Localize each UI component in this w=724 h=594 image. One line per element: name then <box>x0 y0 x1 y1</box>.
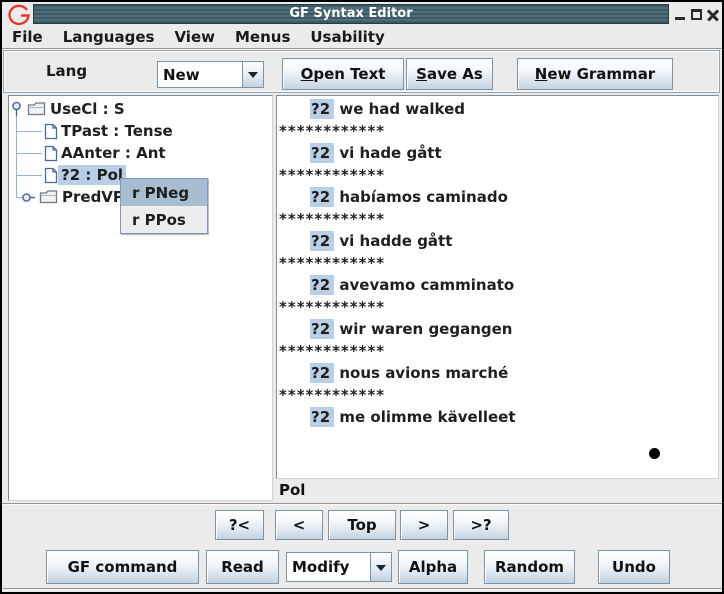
output-sentence-de: ?2 wir waren gegangen <box>277 318 718 340</box>
focus-highlight[interactable]: ?2 <box>310 187 334 207</box>
next-question-button[interactable]: >? <box>453 510 509 540</box>
status-type-label: Pol <box>279 481 305 499</box>
title-bar[interactable]: GF Syntax Editor <box>33 4 669 24</box>
bottom-separator <box>2 588 722 590</box>
read-button[interactable]: Read <box>206 550 279 584</box>
tree-connector <box>16 114 17 197</box>
menu-bar: File Languages View Menus Usability <box>10 25 403 48</box>
tree-node-predvp[interactable]: PredVP <box>22 186 127 208</box>
application-window: GF Syntax Editor File Languages View Men… <box>0 0 724 594</box>
prev-question-button[interactable]: ?< <box>215 510 264 540</box>
focus-highlight[interactable]: ?2 <box>310 231 334 251</box>
document-icon <box>44 167 58 184</box>
minimize-button[interactable] <box>672 7 687 22</box>
focus-highlight[interactable]: ?2 <box>310 275 334 295</box>
undo-button[interactable]: Undo <box>598 550 670 584</box>
syntax-tree-panel: UseCl : S TPast : Tense AAnter : Ant ?2 … <box>8 95 273 501</box>
output-divider: ************ <box>277 208 718 230</box>
output-sentence-it: ?2 avevamo camminato <box>277 274 718 296</box>
focus-highlight[interactable]: ?2 <box>310 99 334 119</box>
tree-node-q2-pol[interactable]: ?2 : Pol <box>44 164 126 186</box>
menu-languages[interactable]: Languages <box>61 27 157 47</box>
output-sentence-fr: ?2 nous avions marché <box>277 362 718 384</box>
random-button[interactable]: Random <box>484 550 575 584</box>
folder-icon <box>39 189 59 205</box>
output-sentence-no: ?2 vi hadde gått <box>277 230 718 252</box>
tree-collapsed-handle-icon[interactable] <box>22 191 36 204</box>
next-button[interactable]: > <box>400 510 448 540</box>
gf-logo-icon <box>6 3 32 27</box>
menu-file[interactable]: File <box>10 27 45 47</box>
document-icon <box>44 145 58 162</box>
tree-connector <box>16 153 42 154</box>
output-sentence-fi: ?2 me olimme kävelleet <box>277 406 718 428</box>
tree-node-usecl[interactable]: UseCl : S <box>10 98 128 120</box>
alpha-button[interactable]: Alpha <box>398 550 468 584</box>
output-divider: ************ <box>277 340 718 362</box>
top-button[interactable]: Top <box>328 510 396 540</box>
menu-menus[interactable]: Menus <box>233 27 292 47</box>
linearization-output-panel[interactable]: ?2 we had walked ************ ?2 vi hade… <box>276 95 719 479</box>
output-divider: ************ <box>277 384 718 406</box>
tree-connector <box>16 131 42 132</box>
gf-command-button[interactable]: GF command <box>46 550 199 584</box>
focus-highlight[interactable]: ?2 <box>310 407 334 427</box>
focus-highlight[interactable]: ?2 <box>310 363 334 383</box>
focus-highlight[interactable]: ?2 <box>310 143 334 163</box>
language-combobox-value: New <box>158 62 242 87</box>
popup-item-pneg[interactable]: r PNeg <box>121 179 207 206</box>
document-icon <box>44 123 58 140</box>
output-divider: ************ <box>277 252 718 274</box>
lang-label: Lang <box>46 62 87 80</box>
close-button[interactable] <box>705 7 720 22</box>
window-title: GF Syntax Editor <box>289 6 412 21</box>
combo-arrow-button[interactable] <box>242 62 263 87</box>
save-as-button[interactable]: Save As <box>406 58 493 90</box>
output-sentence-sv: ?2 vi hade gått <box>277 142 718 164</box>
output-divider: ************ <box>277 164 718 186</box>
tree-node-label[interactable]: UseCl : S <box>47 99 128 119</box>
maximize-button[interactable] <box>689 7 704 22</box>
menu-usability[interactable]: Usability <box>308 27 386 47</box>
refinement-popup-menu: r PNeg r PPos <box>120 178 208 234</box>
output-sentence-es: ?2 habíamos caminado <box>277 186 718 208</box>
tree-node-aanter[interactable]: AAnter : Ant <box>44 142 169 164</box>
close-icon <box>707 9 719 21</box>
folder-icon <box>27 101 47 117</box>
focus-highlight[interactable]: ?2 <box>310 319 334 339</box>
content-separator <box>2 503 722 505</box>
language-combobox[interactable]: New <box>157 61 264 88</box>
modify-combobox-value: Modify <box>287 553 370 581</box>
tree-connector <box>16 175 42 176</box>
tree-node-label[interactable]: TPast : Tense <box>58 121 176 141</box>
chevron-down-icon <box>248 72 258 83</box>
prev-button[interactable]: < <box>275 510 323 540</box>
popup-item-ppos[interactable]: r PPos <box>121 206 207 233</box>
output-sentence-en: ?2 we had walked <box>277 98 718 120</box>
tree-node-label[interactable]: PredVP <box>59 187 127 207</box>
maximize-icon <box>691 9 702 20</box>
chevron-down-icon <box>376 565 386 576</box>
cursor-dot <box>649 448 660 459</box>
output-divider: ************ <box>277 120 718 142</box>
combo-arrow-button[interactable] <box>370 553 391 581</box>
minimize-icon <box>675 17 685 20</box>
output-divider: ************ <box>277 296 718 318</box>
new-grammar-button[interactable]: New Grammar <box>517 58 673 90</box>
modify-combobox[interactable]: Modify <box>286 552 392 582</box>
open-text-button[interactable]: Open Text <box>282 58 404 90</box>
tree-node-label[interactable]: AAnter : Ant <box>58 143 169 163</box>
tree-node-tpast[interactable]: TPast : Tense <box>44 120 176 142</box>
tree-node-label-selected[interactable]: ?2 : Pol <box>58 165 126 185</box>
tree-expanded-handle-icon[interactable] <box>10 100 23 118</box>
menu-view[interactable]: View <box>172 27 217 47</box>
